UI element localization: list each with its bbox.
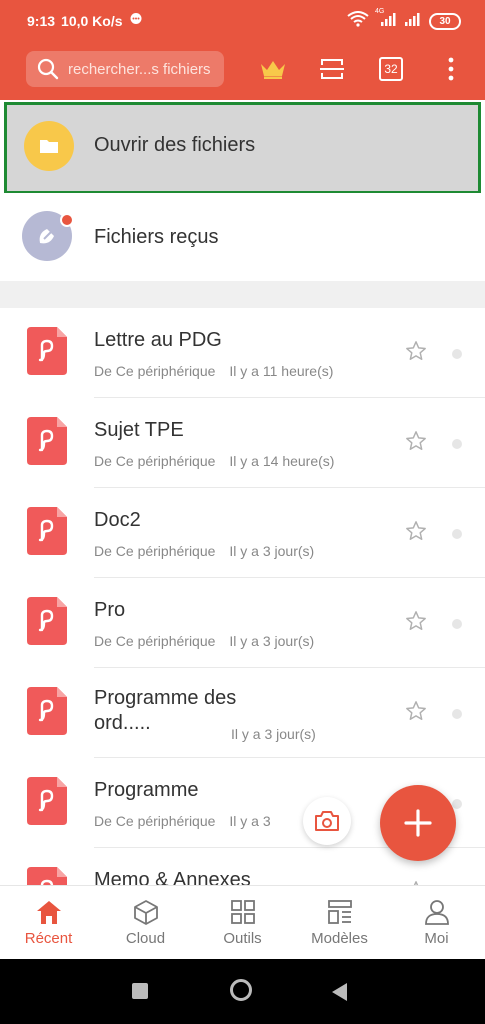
file-time: Il y a 3 jour(s) [229, 633, 315, 649]
open-files-button[interactable]: Ouvrir des fichiers [4, 102, 481, 194]
grid-icon [230, 900, 255, 924]
folder-icon [24, 121, 74, 171]
file-name: Sujet TPE [94, 419, 184, 441]
nav-tools-label: Outils [223, 930, 262, 947]
file-time: Il y a 3 [229, 813, 271, 829]
received-files-button[interactable]: Fichiers reçus [0, 193, 485, 281]
search-icon [37, 58, 59, 80]
file-item[interactable]: Doc2 De Ce périphérique Il y a 3 jour(s) [0, 488, 485, 578]
file-item[interactable]: Sujet TPE De Ce périphérique Il y a 14 he… [0, 398, 485, 488]
calendar-icon[interactable]: 32 [377, 55, 405, 83]
pdf-file-icon [27, 417, 67, 465]
more-dot-icon[interactable] [452, 619, 462, 629]
file-source: De Ce périphérique [94, 813, 216, 829]
file-meta: Il y a 3 jour(s) [231, 726, 316, 742]
nav-recent[interactable]: Récent [0, 886, 97, 960]
camera-scan-button[interactable] [303, 797, 351, 845]
more-dot-icon[interactable] [452, 439, 462, 449]
file-meta: De Ce périphérique Il y a 3 jour(s) [94, 543, 314, 559]
file-source: De Ce périphérique [94, 633, 216, 649]
file-name: Programme [94, 779, 199, 801]
file-name: Lettre au PDG [94, 329, 222, 351]
status-bar: 9:13 10,0 Ko/s 4G 30 [0, 0, 485, 42]
more-dot-icon[interactable] [452, 709, 462, 719]
file-meta: De Ce périphérique Il y a 14 heure(s) [94, 453, 334, 469]
scan-document-icon[interactable] [318, 55, 346, 83]
file-item[interactable]: Programme des ord..... Il y a 3 jour(s) [0, 668, 485, 758]
nav-cloud[interactable]: Cloud [97, 886, 194, 960]
pdf-file-icon [27, 327, 67, 375]
nav-me-label: Moi [424, 930, 449, 947]
camera-icon [315, 811, 339, 831]
star-icon[interactable] [405, 340, 427, 362]
chat-notification-icon [129, 12, 143, 29]
battery-icon: 30 [429, 13, 461, 30]
received-files-label: Fichiers reçus [94, 226, 219, 248]
home-icon [36, 901, 61, 924]
star-icon[interactable] [405, 610, 427, 632]
network-type: 4G [375, 8, 385, 15]
battery-level: 30 [439, 16, 451, 27]
pdf-file-icon [27, 507, 67, 555]
bottom-navigation: Récent Cloud Outils Modèles Moi [0, 885, 485, 960]
file-source: De Ce périphérique [94, 453, 216, 469]
cloud-box-icon [133, 900, 158, 925]
file-source: De Ce périphérique [94, 363, 216, 379]
file-item[interactable]: Pro De Ce périphérique Il y a 3 jour(s) [0, 578, 485, 668]
more-dot-icon[interactable] [452, 349, 462, 359]
file-meta: De Ce périphérique Il y a 3 jour(s) [94, 633, 314, 649]
plus-icon [404, 809, 432, 837]
notification-dot [60, 213, 74, 227]
pdf-file-icon [27, 687, 67, 735]
section-separator [0, 281, 485, 308]
search-input[interactable]: rechercher...s fichiers [26, 51, 224, 87]
nav-me[interactable]: Moi [388, 886, 485, 960]
create-new-button[interactable] [380, 785, 456, 861]
nav-tools[interactable]: Outils [194, 886, 291, 960]
file-time: Il y a 14 heure(s) [229, 453, 335, 469]
more-dot-icon[interactable] [452, 799, 462, 809]
file-meta: De Ce périphérique Il y a 11 heure(s) [94, 363, 333, 379]
star-icon[interactable] [405, 430, 427, 452]
file-time: Il y a 3 jour(s) [229, 543, 315, 559]
nav-cloud-label: Cloud [125, 930, 166, 947]
status-right: 4G 30 [347, 8, 461, 32]
file-item[interactable]: Lettre au PDG De Ce périphérique Il y a 1… [0, 308, 485, 398]
premium-crown-icon[interactable] [259, 55, 287, 83]
status-time: 9:13 [27, 12, 56, 29]
user-icon [424, 900, 449, 925]
file-time: Il y a 3 jour(s) [231, 726, 316, 742]
pdf-file-icon [27, 597, 67, 645]
status-speed: 10,0 Ko/s [61, 12, 123, 29]
search-placeholder: rechercher...s fichiers [68, 60, 211, 78]
home-circle-icon[interactable] [230, 979, 252, 1001]
file-time: Il y a 11 heure(s) [229, 363, 334, 379]
file-meta: De Ce périphérique Il y a 3 [94, 813, 271, 829]
star-icon[interactable] [405, 700, 427, 722]
recents-square-icon[interactable] [132, 983, 148, 999]
nav-templates[interactable]: Modèles [291, 886, 388, 960]
nav-templates-label: Modèles [311, 930, 368, 947]
file-name: Pro [94, 599, 126, 621]
open-files-label: Ouvrir des fichiers [94, 134, 256, 156]
signal-4g-icon: 4G [375, 8, 397, 31]
nav-recent-label: Récent [24, 930, 73, 947]
file-source: De Ce périphérique [94, 543, 216, 559]
pdf-file-icon [27, 777, 67, 825]
signal-icon [403, 12, 423, 31]
more-dot-icon[interactable] [452, 529, 462, 539]
star-icon[interactable] [405, 520, 427, 542]
more-options-icon[interactable] [437, 55, 465, 83]
top-bar: rechercher...s fichiers 32 [0, 42, 485, 100]
wifi-icon [347, 11, 369, 32]
calendar-day: 32 [379, 57, 403, 81]
status-left: 9:13 10,0 Ko/s [27, 12, 143, 29]
templates-icon [327, 900, 352, 924]
back-triangle-icon[interactable] [332, 983, 348, 1006]
file-name: Doc2 [94, 509, 141, 531]
system-navigation-bar [0, 959, 485, 1024]
